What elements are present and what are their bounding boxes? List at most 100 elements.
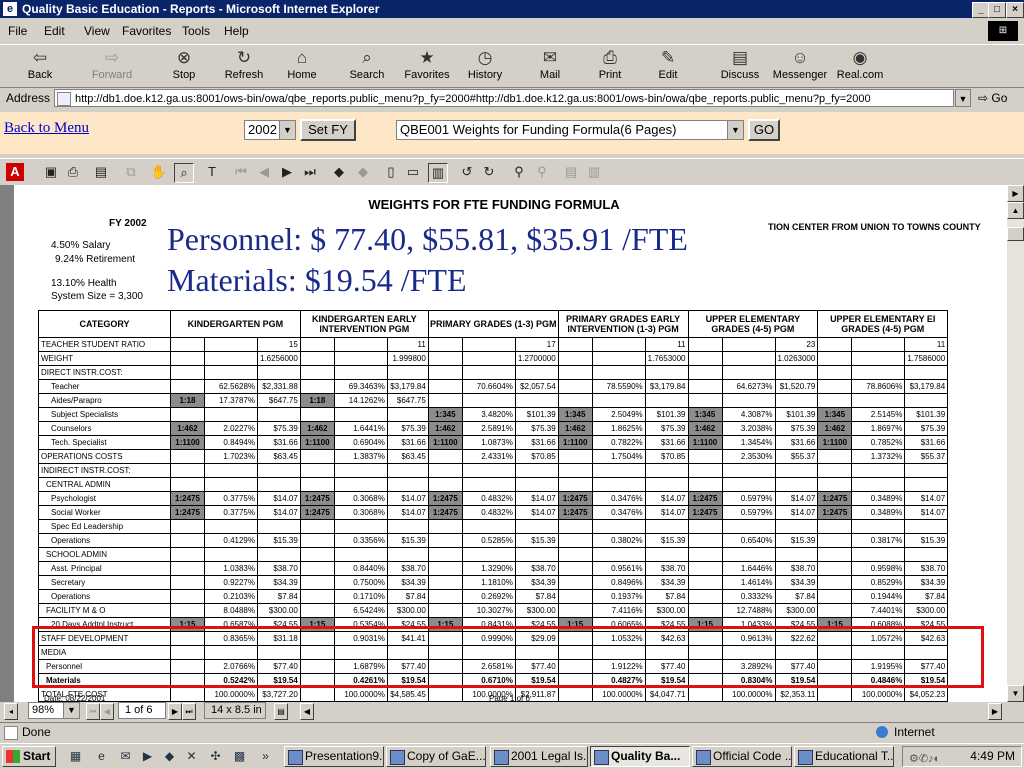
table-cell: $3,179.84 <box>904 379 949 394</box>
menu-favorites[interactable]: Favorites <box>122 24 171 38</box>
back-to-menu-link[interactable]: Back to Menu <box>4 120 89 137</box>
table-cell: 1:2475 <box>687 505 723 520</box>
last-page-nav-icon[interactable]: ⏭ <box>182 703 196 720</box>
menu-edit[interactable]: Edit <box>44 24 65 38</box>
table-cell <box>170 337 205 352</box>
split-icon[interactable]: ◂ <box>4 703 18 720</box>
maximize-button[interactable]: □ <box>988 2 1006 18</box>
search-index-icon[interactable]: ⚲ <box>533 163 551 181</box>
taskbar-item[interactable]: Quality Ba... <box>590 746 690 767</box>
scroll-left-arrow-icon[interactable]: ◀ <box>300 703 314 720</box>
address-dropdown-button[interactable]: ▼ <box>955 89 971 107</box>
quicklaunch-app3-icon[interactable]: ✣ <box>208 749 223 764</box>
find-icon[interactable]: ⚲ <box>510 163 528 181</box>
table-cell: $7.84 <box>257 589 301 604</box>
forward-button[interactable]: ⇨ Forward <box>82 47 142 87</box>
show-bookmarks-icon[interactable]: ▤ <box>92 163 110 181</box>
taskbar-item[interactable]: Copy of GaE... <box>386 746 486 767</box>
table-cell <box>333 463 388 478</box>
table-cell: $14.07 <box>514 491 559 506</box>
quicklaunch-more-icon[interactable]: » <box>258 749 273 764</box>
table-cell <box>170 365 205 380</box>
page-field[interactable]: 1 of 6 <box>118 702 166 719</box>
fit-width-icon[interactable]: ▥ <box>428 163 448 183</box>
zoom-select[interactable]: 98% ▼ <box>28 702 80 719</box>
ie-quicklaunch-icon[interactable]: e <box>94 749 109 764</box>
real-com-button[interactable]: ◉ Real.com <box>830 47 890 87</box>
taskbar-item[interactable]: Official Code ... <box>692 746 792 767</box>
home-button[interactable]: ⌂ Home <box>272 47 332 87</box>
fiscal-year-select[interactable]: 2002 ▼ <box>244 120 296 140</box>
table-cell: 11 <box>386 337 429 352</box>
media-icon[interactable]: ▶ <box>140 749 155 764</box>
report-select[interactable]: QBE001 Weights for Funding Formula(6 Pag… <box>396 120 744 140</box>
next-page-nav-icon[interactable]: ▶ <box>168 703 182 720</box>
mail-button[interactable]: ✉ Mail <box>520 47 580 87</box>
browser-toolbar: ⇦ Back ⇨ Forward ⊗ Stop ↻ Refresh ⌂ Home ⌕ Sea… <box>0 44 1024 88</box>
scroll-right-arrow-icon[interactable]: ▶ <box>1007 185 1024 202</box>
start-button[interactable]: Start <box>2 746 56 767</box>
scroll-thumb[interactable] <box>1007 227 1024 241</box>
quicklaunch-app-icon[interactable]: ◆ <box>162 749 177 764</box>
rotate-right-icon[interactable]: ↻ <box>480 163 498 181</box>
back-button[interactable]: ⇦ Back <box>10 47 70 87</box>
app-icon <box>390 750 405 765</box>
quicklaunch-app2-icon[interactable]: ✕ <box>184 749 199 764</box>
actual-size-icon[interactable]: ▯ <box>382 163 400 181</box>
hand-tool-icon[interactable]: ✋ <box>150 163 168 181</box>
last-page-icon[interactable]: ⏭ <box>301 163 319 181</box>
show-desktop-icon[interactable]: ▦ <box>68 749 83 764</box>
scroll-up-arrow-icon[interactable]: ▲ <box>1007 202 1024 219</box>
continuous-page-icon[interactable]: ▤ <box>562 163 580 181</box>
menu-help[interactable]: Help <box>224 24 249 38</box>
text-select-icon[interactable]: T <box>203 163 221 181</box>
first-page-icon[interactable]: ⏮ <box>232 163 250 181</box>
table-cell: 100.0000% <box>721 687 776 702</box>
favorites-button[interactable]: ★ Favorites <box>397 47 457 87</box>
quicklaunch-app4-icon[interactable]: ▩ <box>232 749 247 764</box>
go-button[interactable]: ⇨ Go <box>978 91 1007 105</box>
save-icon[interactable]: ▣ <box>42 163 60 181</box>
scroll-right-arrow-icon[interactable]: ▶ <box>988 703 1002 720</box>
scroll-down-arrow-icon[interactable]: ▼ <box>1007 685 1024 702</box>
messenger-icon: ☺ <box>791 48 809 67</box>
go-back-icon[interactable]: ◆ <box>330 163 348 181</box>
previous-page-icon[interactable]: ◀ <box>255 163 273 181</box>
taskbar-item[interactable]: 2001 Legal Is... <box>490 746 588 767</box>
first-page-nav-icon[interactable]: ⏮ <box>86 703 100 720</box>
taskbar-item[interactable]: Presentation9... <box>284 746 384 767</box>
stop-button[interactable]: ⊗ Stop <box>154 47 214 87</box>
discuss-button[interactable]: ▤ Discuss <box>710 47 770 87</box>
prev-page-nav-icon[interactable]: ◀ <box>100 703 114 720</box>
copy-icon[interactable]: ⧉ <box>122 163 140 181</box>
refresh-button[interactable]: ↻ Refresh <box>214 47 274 87</box>
menu-tools[interactable]: Tools <box>182 24 210 38</box>
close-button[interactable]: × <box>1006 2 1024 18</box>
page-layout-icon[interactable]: ▤ <box>274 703 288 720</box>
zoom-tool-icon[interactable]: ⌕ <box>174 163 194 183</box>
report-go-button[interactable]: GO <box>748 119 780 141</box>
messenger-button[interactable]: ☺ Messenger <box>770 47 830 87</box>
fit-page-icon[interactable]: ▭ <box>404 163 422 181</box>
rotate-left-icon[interactable]: ↺ <box>458 163 476 181</box>
set-fy-button[interactable]: Set FY <box>300 119 356 141</box>
taskbar-item[interactable]: Educational T... <box>794 746 894 767</box>
table-cell: 1.3837% <box>333 449 388 464</box>
go-forward-icon[interactable]: ◆ <box>354 163 372 181</box>
facing-pages-icon[interactable]: ▥ <box>585 163 603 181</box>
print-button[interactable]: ⎙ Print <box>580 47 640 87</box>
outlook-icon[interactable]: ✉ <box>118 749 133 764</box>
print-icon[interactable]: ⎙ <box>64 163 82 181</box>
menu-view[interactable]: View <box>84 24 110 38</box>
table-cell: $4,047.71 <box>644 687 689 702</box>
next-page-icon[interactable]: ▶ <box>278 163 296 181</box>
table-cell: $15.39 <box>644 533 689 548</box>
row-label: Secretary <box>38 575 171 590</box>
edit-button[interactable]: ✎ Edit <box>638 47 698 87</box>
vertical-scrollbar[interactable]: ▶ ▲ ▼ <box>1007 185 1024 702</box>
table-cell <box>817 603 853 618</box>
search-button[interactable]: ⌕ Search <box>337 47 397 87</box>
history-button[interactable]: ◷ History <box>455 47 515 87</box>
address-input[interactable]: http://db1.doe.k12.ga.us:8001/ows-bin/ow… <box>54 89 954 107</box>
menu-file[interactable]: File <box>8 24 27 38</box>
